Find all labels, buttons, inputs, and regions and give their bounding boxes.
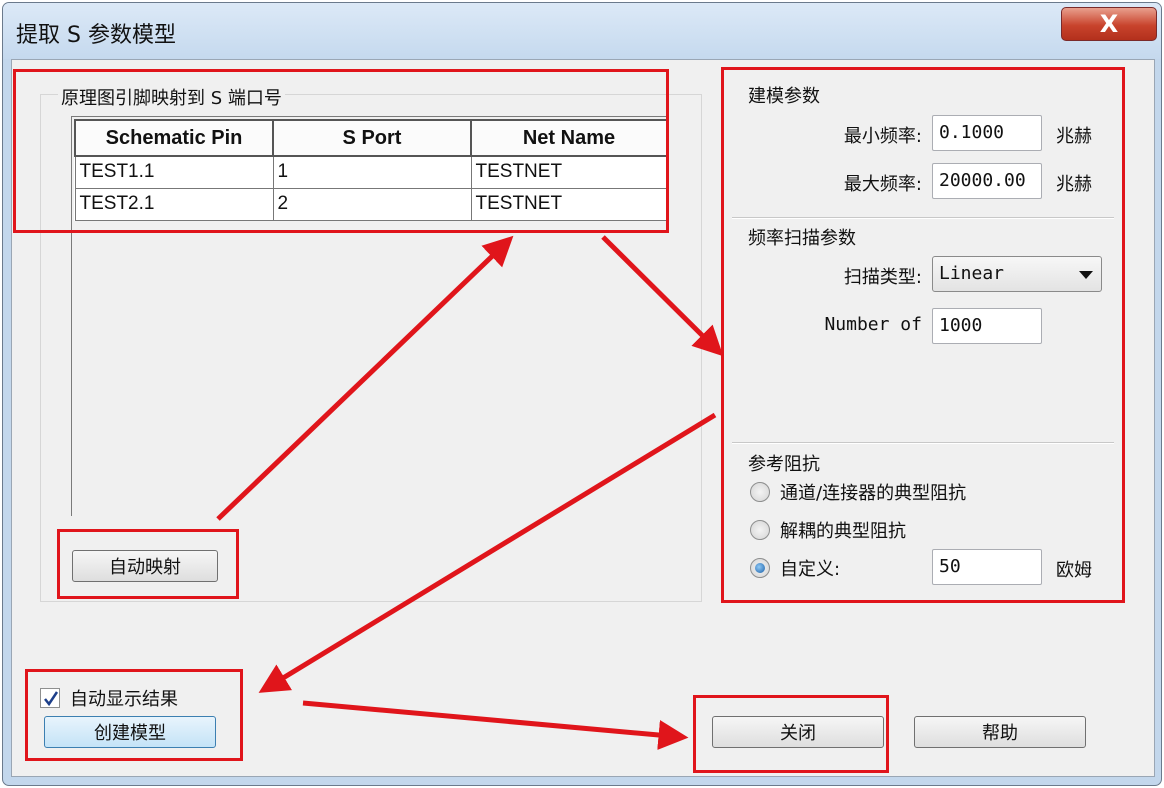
dialog-window: 提取 S 参数模型 X 原理图引脚映射到 S 端口号 Schematic Pin…: [2, 2, 1162, 786]
arrow-table-to-parameters: [601, 235, 724, 357]
annotation-arrows: [216, 235, 724, 750]
arrow-automap-to-table: [216, 235, 514, 521]
arrow-parameters-to-create: [258, 412, 717, 693]
arrow-create-to-close: [302, 700, 689, 750]
